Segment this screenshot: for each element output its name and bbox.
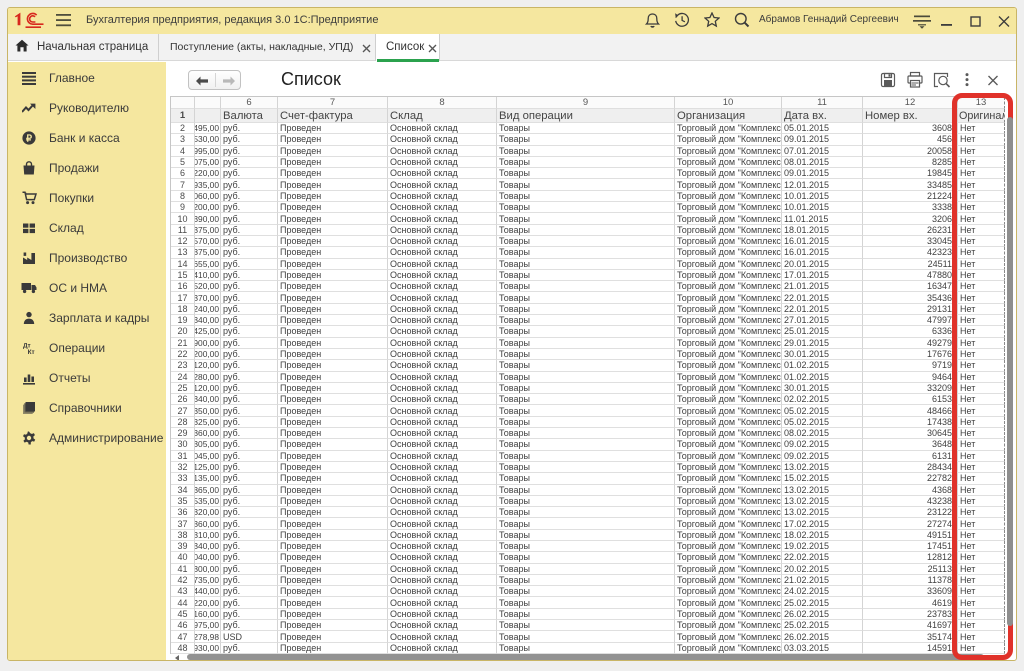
svg-text:₽: ₽ <box>26 133 33 144</box>
svg-text:Кт: Кт <box>27 349 34 355</box>
